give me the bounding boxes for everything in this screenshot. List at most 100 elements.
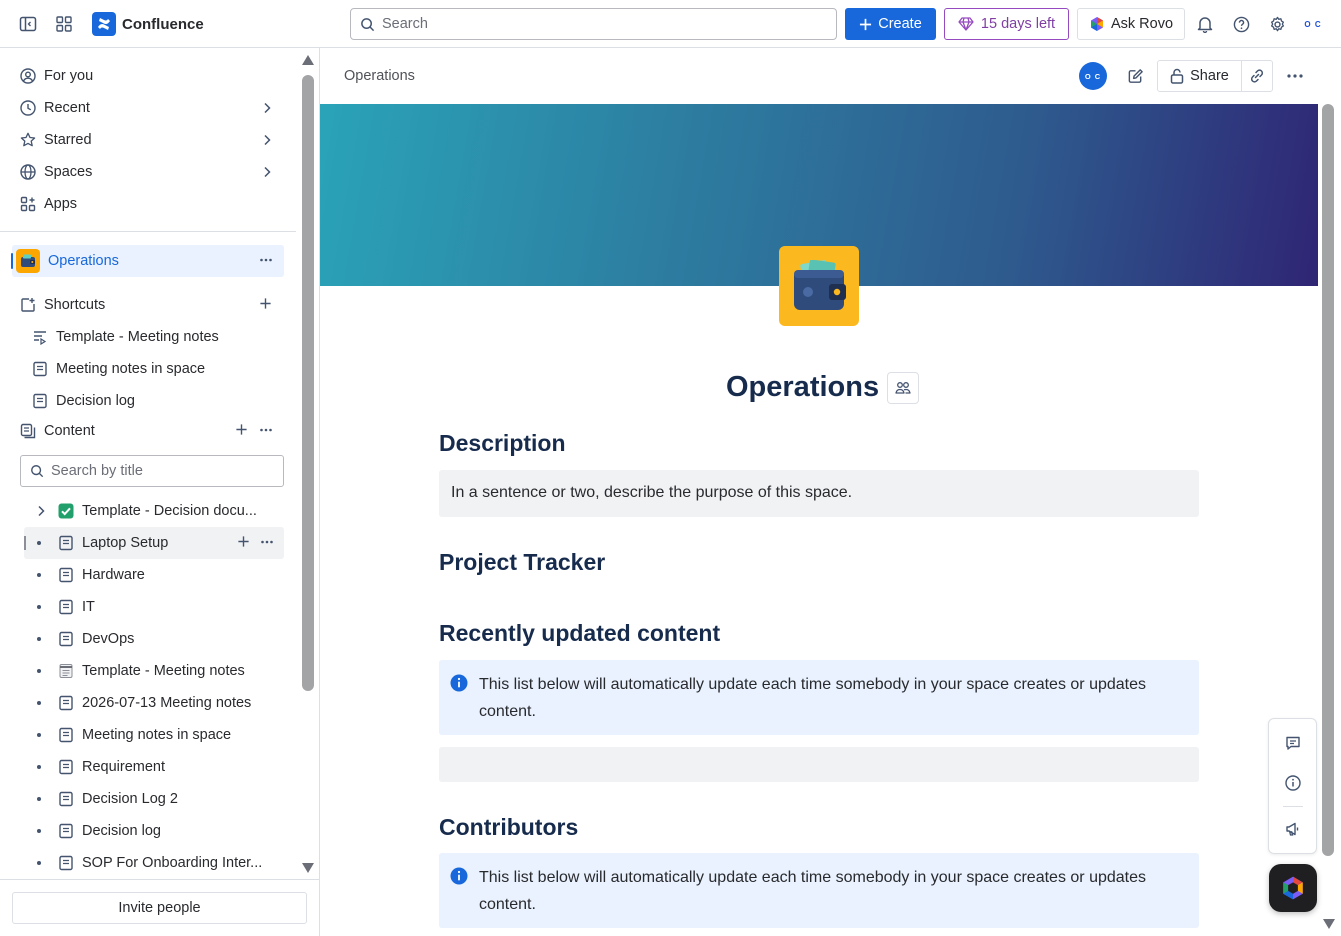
project-tracker-heading: Project Tracker [439,549,606,575]
info-circle-icon[interactable] [1281,771,1305,795]
more-icon[interactable] [260,535,274,549]
sidebar: For you Recent Starred Spaces Apps Opera… [0,48,320,936]
shortcut-item[interactable]: Template - Meeting notes [24,321,284,353]
tree-item[interactable]: Decision Log 2 [24,783,284,815]
ask-rovo-button[interactable]: Ask Rovo [1077,8,1185,40]
tree-item[interactable]: SOP For Onboarding Inter... [24,847,284,879]
notepad-emoji-icon [58,663,74,679]
scroll-up-icon[interactable] [301,54,315,66]
sidebar-space-operations[interactable]: Operations [11,245,284,277]
sidebar-item-starred[interactable]: Starred [12,124,284,156]
page-title: Operations [726,371,880,403]
avatar[interactable]: O C [1079,62,1107,90]
help-icon[interactable] [1229,12,1253,36]
create-button[interactable]: Create [845,8,936,40]
tree-item[interactable]: Hardware [24,559,284,591]
scroll-down-icon[interactable] [301,862,315,874]
more-icon[interactable] [259,253,273,267]
globe-icon [20,164,36,180]
link-icon[interactable] [1242,61,1272,91]
sidebar-item-label: For you [44,68,94,84]
rovo-icon [1089,16,1105,32]
gear-icon[interactable] [1265,12,1289,36]
tree-item[interactable]: IT [24,591,284,623]
page-icon [32,361,48,377]
template-icon [32,329,48,345]
sidebar-item-recent[interactable]: Recent [12,92,284,124]
page-icon [58,599,74,615]
more-icon[interactable] [259,423,273,437]
people-icon[interactable] [887,371,920,404]
more-icon[interactable] [1283,60,1307,92]
tree-item[interactable]: Template - Decision docu... [24,495,284,527]
scroll-down-icon[interactable] [1322,918,1336,930]
sidebar-toggle-icon[interactable] [16,12,40,36]
tree-item[interactable]: Meeting notes in space [24,719,284,751]
apps-icon [20,196,36,212]
tree-item[interactable]: Template - Meeting notes [24,655,284,687]
tree-item[interactable]: DevOps [24,623,284,655]
rovo-chat-button[interactable] [1269,864,1317,912]
tree-bullet [37,701,41,705]
tree-item[interactable]: Requirement [24,751,284,783]
plus-icon[interactable] [235,423,248,436]
filter-placeholder: Search by title [51,463,143,479]
sidebar-item-label: Apps [44,196,78,212]
plus-icon[interactable] [259,297,272,310]
confluence-logo-icon [92,12,116,36]
info-text: This list below will automatically updat… [479,869,1146,913]
create-label: Create [878,16,922,32]
plus-icon[interactable] [237,535,250,548]
floating-actions [1268,718,1317,854]
info-icon [450,674,468,692]
sidebar-item-for-you[interactable]: For you [12,60,284,92]
content-filter-input[interactable]: Search by title [20,455,284,487]
user-avatar[interactable]: O C [1300,12,1326,36]
invite-people-button[interactable]: Invite people [12,892,307,924]
tree-bullet [37,669,41,673]
page-icon [58,535,74,551]
page-icon [58,823,74,839]
share-group: Share [1157,60,1273,92]
description-panel[interactable]: In a sentence or two, describe the purpo… [439,470,1199,517]
wallet-icon[interactable] [779,246,859,326]
bell-icon[interactable] [1193,12,1217,36]
search-input[interactable]: Search [350,8,837,40]
edit-icon[interactable] [1123,60,1147,92]
megaphone-icon[interactable] [1281,817,1305,841]
main-content: Operations O C Share Operations Descript… [320,48,1341,936]
confluence-logo[interactable]: Confluence [92,12,204,36]
content-header[interactable]: Content [12,415,284,447]
tree-bullet [37,861,41,865]
shortcuts-label: Shortcuts [44,297,106,313]
share-button[interactable]: Share [1158,61,1242,91]
chevron-right-icon [260,165,274,179]
chevron-right-icon[interactable] [35,504,47,518]
main-scrollbar[interactable] [1322,104,1334,856]
tree-item[interactable]: 2026-07-13 Meeting notes [24,687,284,719]
sidebar-item-spaces[interactable]: Spaces [12,156,284,188]
shortcut-item[interactable]: Meeting notes in space [24,353,284,385]
tree-item-label: Decision Log 2 [82,791,178,807]
tree-bullet [37,541,41,545]
float-divider [1283,806,1303,807]
page-icon [58,759,74,775]
share-label: Share [1190,68,1229,84]
breadcrumb[interactable]: Operations [344,68,415,84]
tree-item[interactable]: Laptop Setup [24,527,284,559]
tree-bullet [37,829,41,833]
app-switcher-icon[interactable] [52,12,76,36]
sidebar-item-apps[interactable]: Apps [12,188,284,220]
page-icon [58,791,74,807]
sidebar-scrollbar[interactable] [302,75,314,691]
trial-button[interactable]: 15 days left [944,8,1069,40]
tree-item[interactable]: Decision log [24,815,284,847]
drag-handle[interactable] [24,536,26,550]
shortcut-item[interactable]: Decision log [24,385,284,417]
tree-item-label: Hardware [82,567,145,583]
shortcuts-header[interactable]: Shortcuts [12,289,284,321]
trial-label: 15 days left [980,16,1056,32]
comment-icon[interactable] [1281,731,1305,755]
page-icon [58,855,74,871]
info-text: This list below will automatically updat… [479,676,1146,720]
